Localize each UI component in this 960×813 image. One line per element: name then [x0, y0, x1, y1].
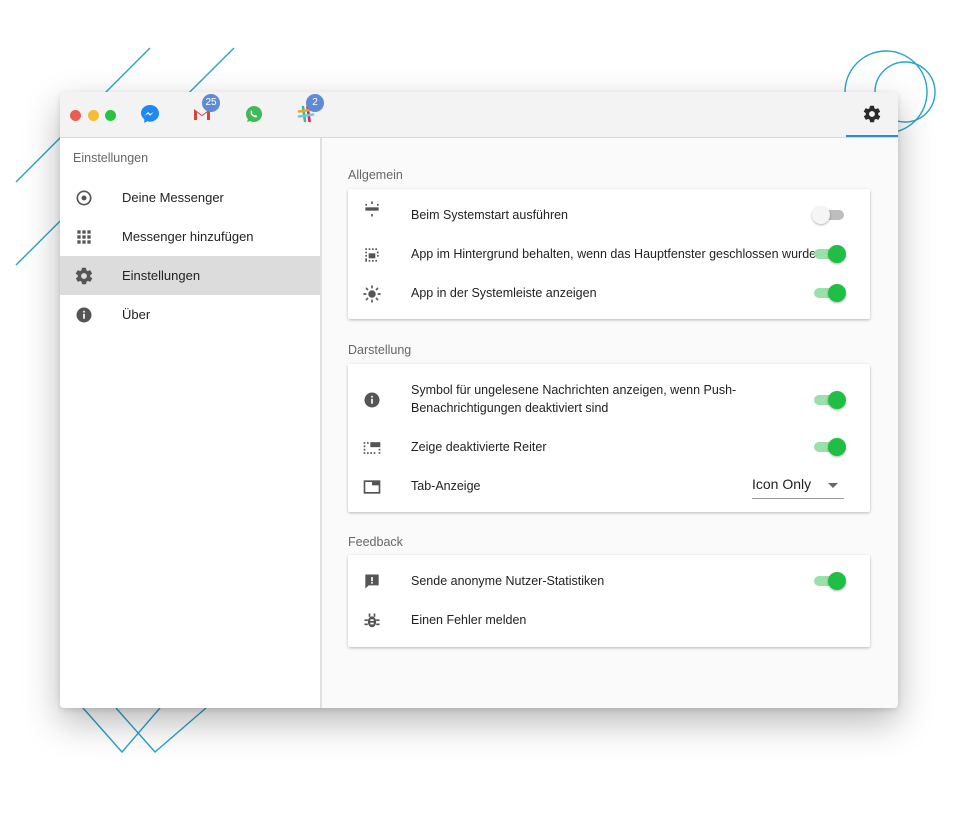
sidebar-title: Einstellungen — [73, 151, 149, 165]
whatsapp-icon — [246, 106, 262, 122]
apps-grid-icon — [77, 230, 91, 244]
chevron-down-icon — [828, 483, 838, 488]
setting-label: Zeige deaktivierte Reiter — [411, 440, 547, 454]
keep-in-background-toggle[interactable] — [814, 245, 846, 263]
app-window: 25 2 Einstellungen Deine Messenger Messe… — [60, 92, 898, 708]
info-icon — [76, 307, 92, 323]
setting-row-unread-indicator: Symbol für ungelesene Nachrichten anzeig… — [348, 364, 870, 422]
service-tab-slack[interactable]: 2 — [295, 94, 324, 125]
setting-row-show-disabled-tabs: Zeige deaktivierte Reiter — [348, 422, 870, 461]
gear-icon — [863, 105, 881, 123]
section-title-appearance: Darstellung — [348, 343, 412, 357]
bug-icon — [364, 613, 380, 628]
setting-row-report-bug[interactable]: Einen Fehler melden — [348, 594, 870, 639]
sidebar: Einstellungen Deine Messenger Messenger … — [60, 138, 322, 708]
maximize-window-button[interactable] — [105, 110, 116, 121]
show-disabled-tabs-toggle[interactable] — [814, 438, 846, 456]
sidebar-item-add-messenger[interactable]: Messenger hinzufügen — [60, 217, 320, 256]
power-settings-icon — [365, 201, 379, 217]
setting-row-tray-icon: App in der Systemleiste anzeigen — [348, 267, 870, 306]
sidebar-item-label: Einstellungen — [122, 268, 201, 283]
minimize-window-button[interactable] — [88, 110, 99, 121]
slack-unread-badge: 2 — [306, 94, 324, 112]
setting-row-tab-display: Tab-Anzeige Icon Only — [348, 461, 870, 506]
anonymous-stats-toggle[interactable] — [814, 572, 846, 590]
feedback-settings-card: Sende anonyme Nutzer-Statistiken Einen F… — [348, 555, 870, 647]
gmail-unread-badge: 25 — [202, 94, 220, 112]
section-title-feedback: Feedback — [348, 535, 403, 549]
sidebar-item-label: Über — [122, 307, 151, 322]
active-tab-indicator — [846, 135, 898, 137]
appearance-settings-card: Symbol für ungelesene Nachrichten anzeig… — [348, 364, 870, 512]
settings-content: Allgemein Beim Systemstart ausführen App… — [322, 138, 898, 708]
settings-tab[interactable] — [846, 92, 898, 137]
setting-row-autostart: Beim Systemstart ausführen — [348, 189, 870, 228]
radio-circle-icon — [76, 190, 92, 206]
autostart-toggle[interactable] — [812, 206, 846, 224]
section-title-general: Allgemein — [348, 168, 403, 182]
service-tab-whatsapp[interactable] — [243, 103, 265, 125]
service-tab-messenger[interactable] — [139, 103, 161, 125]
tab-display-value: Icon Only — [752, 476, 812, 492]
sidebar-item-label: Messenger hinzufügen — [122, 229, 254, 244]
report-bug-link: Einen Fehler melden — [411, 613, 527, 627]
setting-row-anonymous-stats: Sende anonyme Nutzer-Statistiken — [348, 555, 870, 594]
unread-indicator-toggle[interactable] — [814, 391, 846, 409]
messenger-icon — [141, 105, 159, 123]
info-icon — [364, 392, 380, 408]
service-tab-gmail[interactable]: 25 — [191, 94, 220, 125]
gear-icon — [75, 267, 93, 285]
setting-row-keep-in-background: App im Hintergrund behalten, wenn das Ha… — [348, 228, 870, 267]
general-settings-card: Beim Systemstart ausführen App im Hinter… — [348, 189, 870, 319]
brightness-icon — [363, 285, 381, 303]
close-window-button[interactable] — [70, 110, 81, 121]
tab-icon — [363, 480, 381, 494]
setting-label: Beim Systemstart ausführen — [411, 208, 569, 222]
setting-label: Tab-Anzeige — [411, 479, 481, 493]
setting-label: Sende anonyme Nutzer-Statistiken — [411, 574, 605, 588]
sidebar-item-about[interactable]: Über — [60, 295, 320, 334]
sidebar-item-your-messengers[interactable]: Deine Messenger — [60, 178, 320, 217]
tray-icon-toggle[interactable] — [814, 284, 846, 302]
titlebar: 25 2 — [60, 92, 898, 138]
sidebar-item-settings[interactable]: Einstellungen — [60, 256, 320, 295]
setting-label: App in der Systemleiste anzeigen — [411, 286, 597, 300]
setting-label: Symbol für ungelesene Nachrichten anzeig… — [411, 383, 737, 415]
tab-unselected-icon — [363, 442, 381, 454]
picture-in-picture-icon — [365, 248, 379, 262]
sidebar-item-label: Deine Messenger — [122, 190, 224, 205]
tab-display-select[interactable]: Icon Only — [752, 472, 844, 499]
feedback-icon — [365, 574, 379, 589]
setting-label: App im Hintergrund behalten, wenn das Ha… — [411, 247, 817, 261]
